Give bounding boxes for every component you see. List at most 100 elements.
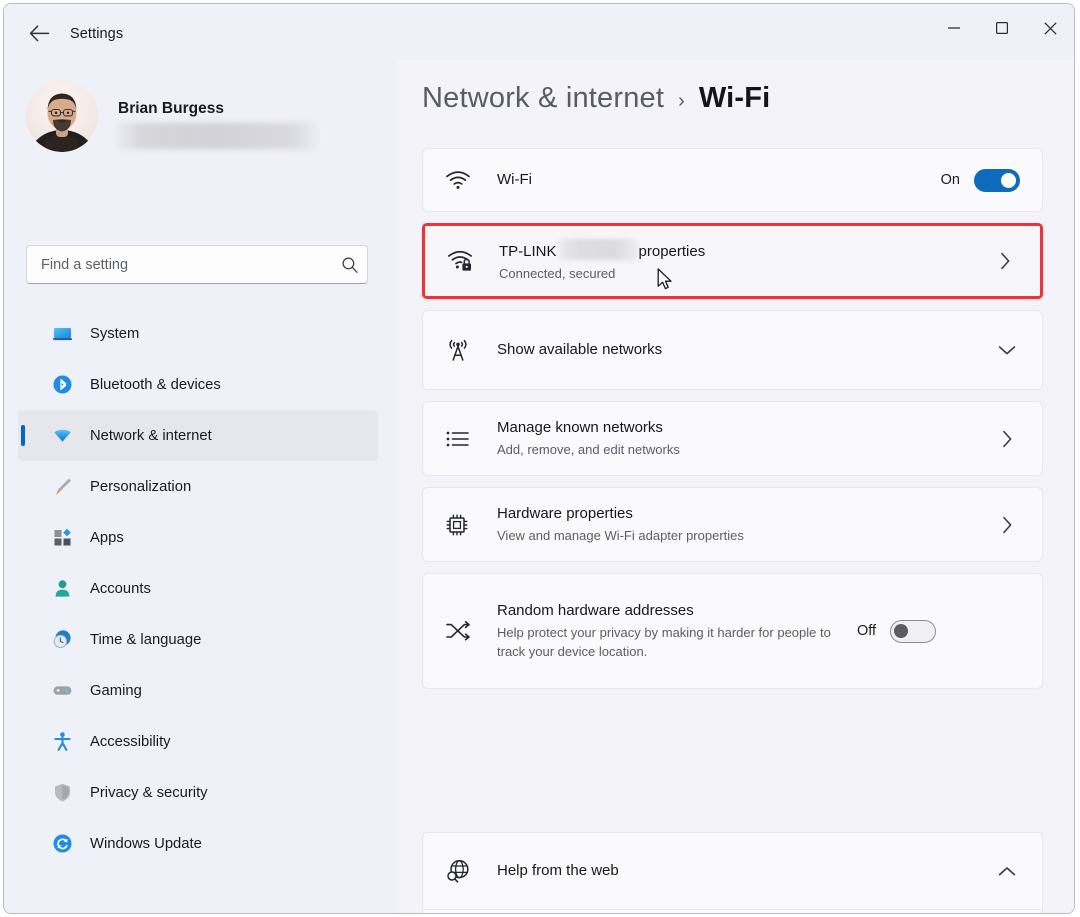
network-ssid-redacted xyxy=(559,239,637,260)
show-available-networks-card: Show available networks xyxy=(422,310,1043,390)
search-box[interactable] xyxy=(26,245,368,284)
chevron-right-icon xyxy=(994,429,1020,449)
show-available-networks-row[interactable]: Show available networks xyxy=(423,311,1042,389)
network-properties-title: TP-LINKproperties xyxy=(499,239,992,262)
wifi-toggle-card: Wi-Fi On xyxy=(422,148,1043,212)
network-properties-suffix: properties xyxy=(639,243,706,260)
page-title: Wi-Fi xyxy=(699,82,771,115)
back-button[interactable] xyxy=(26,21,52,45)
sidebar-item-label: Bluetooth & devices xyxy=(90,377,221,393)
wifi-toggle-texts: Wi-Fi xyxy=(497,157,941,203)
bluetooth-icon xyxy=(52,374,86,395)
sidebar-item-label: Apps xyxy=(90,530,124,546)
random-hardware-addresses-row[interactable]: Random hardware addresses Help protect y… xyxy=(423,574,1042,688)
manage-known-networks-title: Manage known networks xyxy=(497,418,994,438)
toggle-knob xyxy=(1001,173,1016,188)
random-hardware-addresses-texts: Random hardware addresses Help protect y… xyxy=(497,588,857,674)
shuffle-icon xyxy=(445,620,497,642)
sidebar-item-windows-update[interactable]: Windows Update xyxy=(18,818,378,869)
random-hardware-addresses-toggle[interactable] xyxy=(890,620,936,643)
close-button[interactable] xyxy=(1026,4,1074,52)
window-controls xyxy=(930,4,1074,52)
network-connection-status: Connected, secured xyxy=(499,264,992,283)
close-icon xyxy=(1043,21,1058,36)
avatar-photo xyxy=(26,80,98,152)
help-links-list: Troubleshooting network connection issue… xyxy=(423,910,1042,913)
chip-icon xyxy=(445,513,497,537)
chevron-up-icon[interactable] xyxy=(994,865,1020,878)
sidebar-item-gaming[interactable]: Gaming xyxy=(18,665,378,716)
system-icon xyxy=(52,323,86,344)
sidebar-item-apps[interactable]: Apps xyxy=(18,512,378,563)
list-icon xyxy=(445,428,497,450)
clock-icon xyxy=(52,629,86,650)
avatar xyxy=(26,80,98,152)
wifi-toggle-switch[interactable] xyxy=(974,169,1020,192)
sidebar-item-time-language[interactable]: Time & language xyxy=(18,614,378,665)
random-hardware-addresses-card: Random hardware addresses Help protect y… xyxy=(422,573,1043,689)
sidebar-item-label: Gaming xyxy=(90,683,142,699)
sidebar-item-label: Network & internet xyxy=(90,428,212,444)
app-title: Settings xyxy=(70,26,123,42)
hardware-properties-texts: Hardware properties View and manage Wi-F… xyxy=(497,491,994,558)
manage-known-networks-row[interactable]: Manage known networks Add, remove, and e… xyxy=(423,402,1042,475)
help-from-web-section: Help from the web Troubleshooting networ… xyxy=(422,832,1043,913)
help-from-web-row[interactable]: Help from the web xyxy=(423,833,1042,909)
sidebar-item-personalization[interactable]: Personalization xyxy=(18,461,378,512)
sidebar-item-accounts[interactable]: Accounts xyxy=(18,563,378,614)
accounts-person-icon xyxy=(52,578,86,599)
settings-card-list: Wi-Fi On xyxy=(422,148,1043,700)
gamepad-icon xyxy=(52,680,86,701)
title-bar: Settings xyxy=(4,4,1074,60)
sidebar-item-bluetooth-devices[interactable]: Bluetooth & devices xyxy=(18,359,378,410)
manage-known-networks-texts: Manage known networks Add, remove, and e… xyxy=(497,405,994,472)
update-refresh-icon xyxy=(52,833,86,854)
network-properties-texts: TP-LINKproperties Connected, secured xyxy=(499,226,992,296)
globe-search-icon xyxy=(445,858,497,884)
chevron-right-icon xyxy=(992,251,1018,271)
hardware-properties-title: Hardware properties xyxy=(497,504,994,524)
manage-known-networks-card: Manage known networks Add, remove, and e… xyxy=(422,401,1043,476)
network-properties-row[interactable]: TP-LINKproperties Connected, secured xyxy=(425,226,1040,296)
user-profile[interactable]: Brian Burgess xyxy=(26,80,366,156)
maximize-button[interactable] xyxy=(978,4,1026,52)
main-content: Network & internet › Wi-Fi xyxy=(396,60,1074,913)
chevron-down-icon[interactable] xyxy=(994,344,1020,357)
minimize-button[interactable] xyxy=(930,4,978,52)
settings-window: Settings xyxy=(3,3,1075,914)
show-available-networks-texts: Show available networks xyxy=(497,327,994,373)
sidebar-item-label: Personalization xyxy=(90,479,191,495)
random-hardware-addresses-trail: Off xyxy=(857,620,936,643)
sidebar-item-label: Accounts xyxy=(90,581,151,597)
sidebar-item-label: System xyxy=(90,326,139,342)
breadcrumb: Network & internet › Wi-Fi xyxy=(422,82,770,115)
toggle-knob xyxy=(894,624,908,638)
hardware-properties-row[interactable]: Hardware properties View and manage Wi-F… xyxy=(423,488,1042,561)
sidebar-item-accessibility[interactable]: Accessibility xyxy=(18,716,378,767)
network-wifi-icon xyxy=(52,425,86,446)
help-from-web-card: Help from the web Troubleshooting networ… xyxy=(422,832,1043,913)
wifi-toggle-row[interactable]: Wi-Fi On xyxy=(423,149,1042,211)
breadcrumb-separator-icon: › xyxy=(678,90,685,113)
broadcast-tower-icon xyxy=(445,337,497,363)
sidebar-item-privacy-security[interactable]: Privacy & security xyxy=(18,767,378,818)
sidebar-item-label: Time & language xyxy=(90,632,201,648)
minimize-icon xyxy=(947,21,961,35)
wifi-secured-icon xyxy=(447,249,499,273)
random-hardware-addresses-subtitle: Help protect your privacy by making it h… xyxy=(497,623,857,661)
search-input[interactable] xyxy=(27,257,333,273)
manage-known-networks-subtitle: Add, remove, and edit networks xyxy=(497,440,994,459)
profile-email-redacted xyxy=(118,123,318,149)
sidebar-item-network-internet[interactable]: Network & internet xyxy=(18,410,378,461)
wifi-signal-icon xyxy=(445,169,497,191)
help-from-web-title: Help from the web xyxy=(497,861,994,881)
random-hardware-addresses-state-label: Off xyxy=(857,623,876,639)
hardware-properties-trail xyxy=(994,515,1020,535)
sidebar-item-label: Privacy & security xyxy=(90,785,208,801)
sidebar-nav: System Bluetooth & devices xyxy=(18,308,378,869)
manage-known-networks-trail xyxy=(994,429,1020,449)
breadcrumb-parent[interactable]: Network & internet xyxy=(422,82,664,115)
apps-icon xyxy=(52,527,86,548)
maximize-icon xyxy=(995,21,1009,35)
sidebar-item-system[interactable]: System xyxy=(18,308,378,359)
